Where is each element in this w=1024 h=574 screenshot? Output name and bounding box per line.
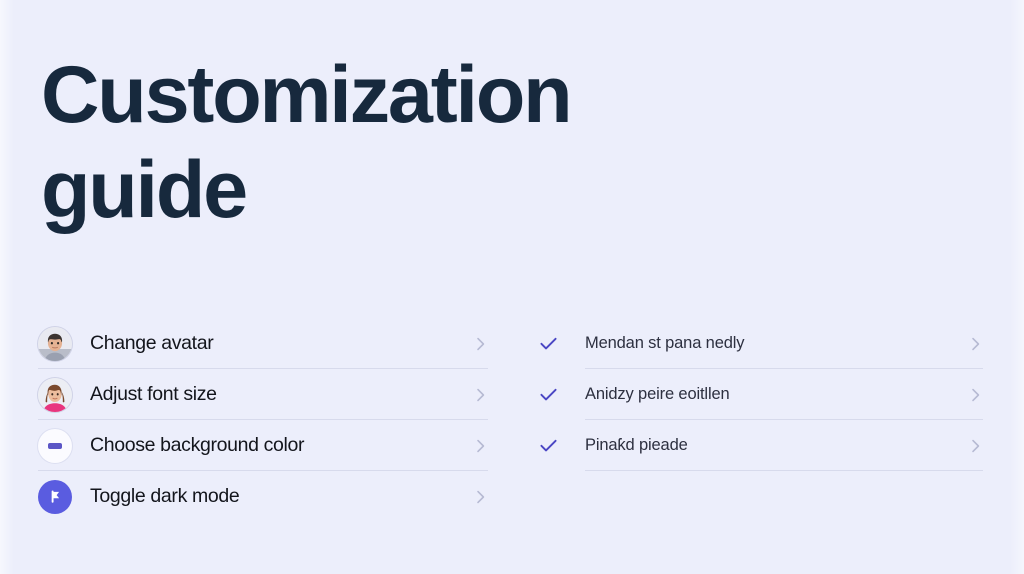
avatar: [38, 326, 72, 361]
chevron-right-icon[interactable]: [474, 437, 488, 455]
chevron-right-icon[interactable]: [474, 386, 488, 404]
list-item-label: Anidzy peire eoitllen: [585, 385, 730, 403]
list-item[interactable]: Anidzy peire eoitllen: [538, 369, 983, 420]
list-item-label: Pinaƙd pieade: [585, 436, 688, 454]
list-item-label: Change avatar: [90, 332, 214, 354]
left-edge-shade: [0, 0, 14, 574]
settings-list: Change avatar Adjust font size Choose ba…: [38, 318, 488, 522]
list-item[interactable]: Choose background color: [38, 420, 488, 471]
check-icon: [538, 429, 560, 463]
avatar: [38, 377, 72, 412]
list-item[interactable]: Change avatar: [38, 318, 488, 369]
check-icon: [538, 327, 560, 361]
color-swatch-bar: [48, 442, 62, 449]
flag-badge-icon: [38, 479, 72, 514]
page-root: Customization guide Change avatar Adjust…: [0, 0, 1024, 574]
list-item[interactable]: Toggle dark mode: [38, 471, 488, 522]
color-swatch-badge: [38, 428, 72, 463]
right-edge-shade: [1010, 0, 1024, 574]
list-item[interactable]: Pinaƙd pieade: [538, 420, 983, 471]
chevron-right-icon[interactable]: [969, 437, 983, 455]
list-item-label: Mendan st pana nedly: [585, 334, 745, 352]
list-item[interactable]: Adjust font size: [38, 369, 488, 420]
list-item[interactable]: Mendan st pana nedly: [538, 318, 983, 369]
check-icon: [538, 378, 560, 412]
chevron-right-icon[interactable]: [969, 386, 983, 404]
flag-badge: [38, 479, 72, 514]
checked-list: Mendan st pana nedly Anidzy peire eoitll…: [538, 318, 983, 471]
chevron-right-icon[interactable]: [969, 335, 983, 353]
avatar-photo-female: [38, 377, 72, 412]
list-item-label: Adjust font size: [90, 383, 217, 405]
list-item-label: Choose background color: [90, 434, 305, 456]
page-title: Customization guide: [41, 50, 573, 235]
avatar-photo-male: [38, 326, 72, 361]
chevron-right-icon[interactable]: [474, 488, 488, 506]
list-item-label: Toggle dark mode: [90, 485, 240, 507]
color-swatch-icon: [38, 428, 72, 463]
chevron-right-icon[interactable]: [474, 335, 488, 353]
